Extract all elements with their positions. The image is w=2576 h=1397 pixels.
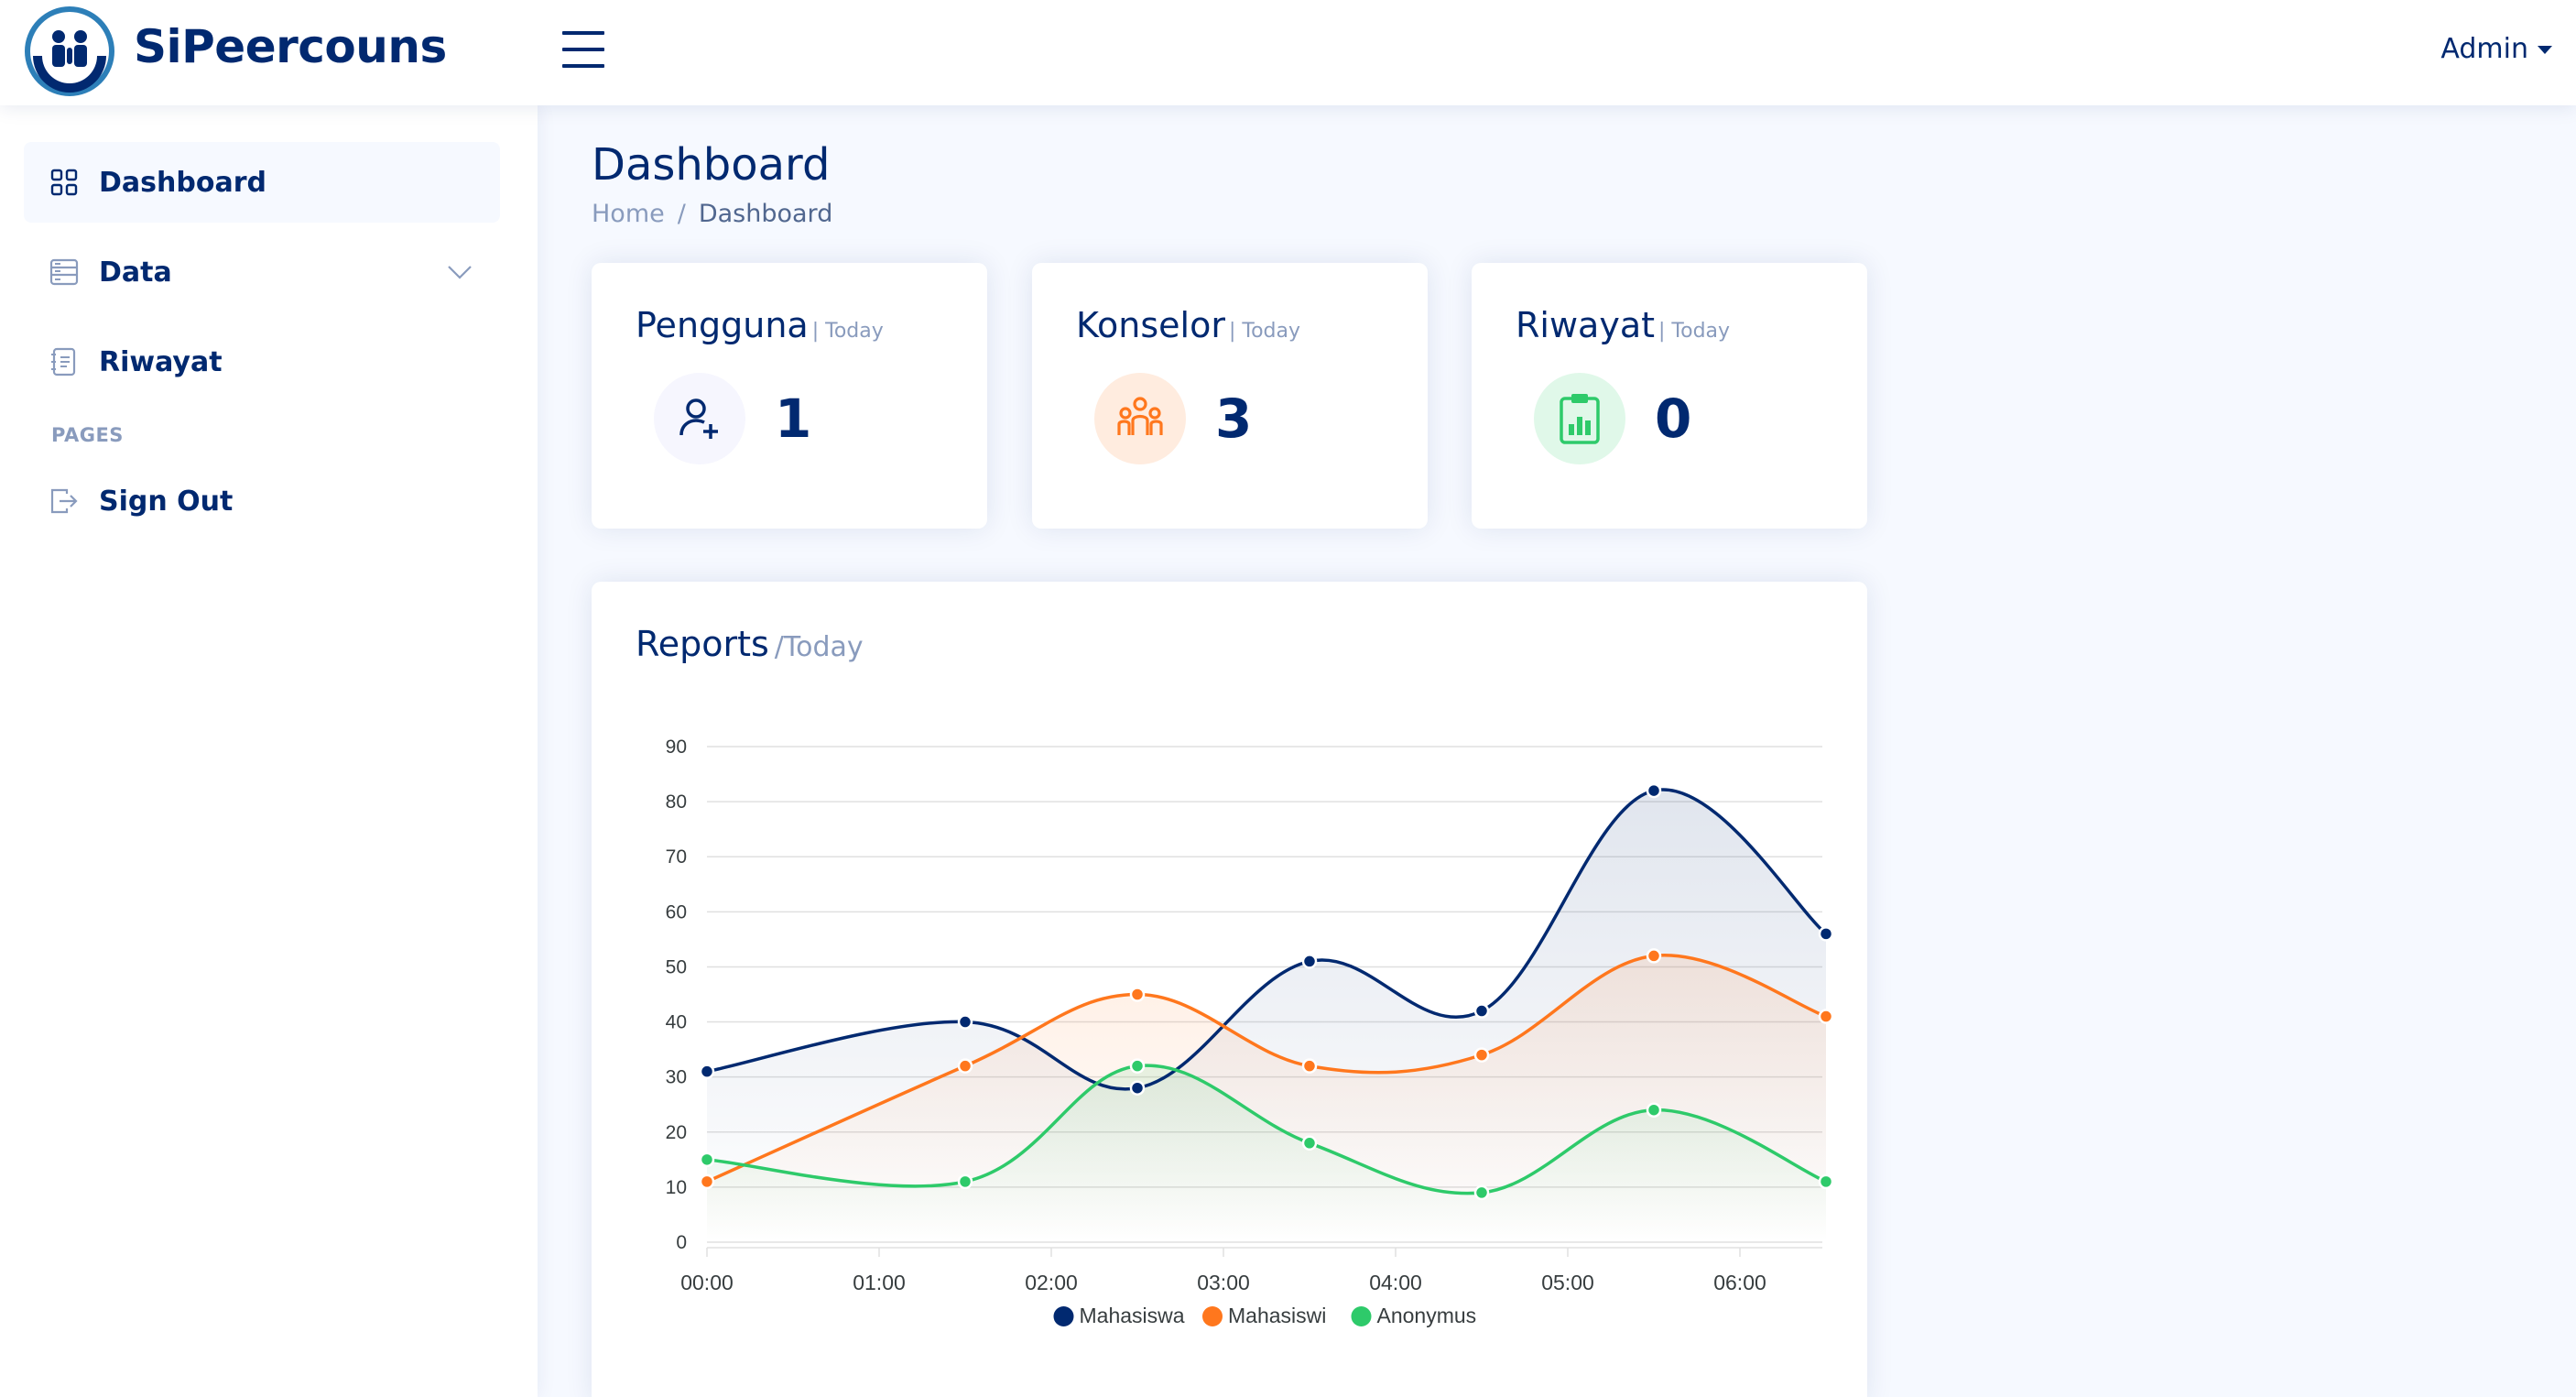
y-tick-label: 70 <box>666 846 687 868</box>
card-title-text: Pengguna <box>636 305 809 345</box>
data-point <box>1818 926 1834 942</box>
legend-marker <box>1202 1306 1223 1326</box>
stat-value: 0 <box>1655 387 1692 450</box>
sidebar-item-dashboard[interactable]: Dashboard <box>24 142 500 223</box>
card-period: | Today <box>1658 320 1731 343</box>
data-point <box>1301 954 1318 969</box>
card-period: | Today <box>1228 320 1300 343</box>
page-title: Dashboard <box>592 139 831 191</box>
stat-icon-wrapper <box>1094 373 1186 464</box>
data-point <box>1129 1058 1146 1074</box>
user-menu-dropdown[interactable]: Admin <box>2440 33 2552 65</box>
data-point <box>699 1151 715 1168</box>
y-tick-label: 80 <box>666 791 687 813</box>
card-title-text: Riwayat <box>1516 305 1655 345</box>
user-menu-label: Admin <box>2440 33 2528 65</box>
card-title: Riwayat | Today <box>1516 305 1730 345</box>
sidebar-item-label: Riwayat <box>99 345 223 378</box>
y-tick-label: 50 <box>666 956 687 977</box>
legend-label: Anonymus <box>1377 1304 1477 1327</box>
x-tick-label: 02:00 <box>1025 1271 1078 1294</box>
sidebar-item-label: Data <box>99 256 172 289</box>
y-tick-label: 0 <box>676 1232 687 1253</box>
data-point <box>1473 1003 1490 1019</box>
y-tick-label: 20 <box>666 1122 687 1143</box>
breadcrumb-current: Dashboard <box>698 200 833 228</box>
x-tick-label: 03:00 <box>1197 1271 1250 1294</box>
y-tick-label: 40 <box>666 1012 687 1033</box>
data-point <box>1818 1009 1834 1024</box>
x-tick-label: 01:00 <box>853 1271 906 1294</box>
data-point <box>1301 1135 1318 1151</box>
sidebar-item-sign-out[interactable]: Sign Out <box>24 461 500 541</box>
card-title: Konselor | Today <box>1076 305 1300 345</box>
people-icon <box>1117 397 1163 435</box>
data-point <box>699 1173 715 1190</box>
data-point <box>1129 1080 1146 1096</box>
data-point <box>1646 1102 1662 1118</box>
data-point <box>1301 1058 1318 1074</box>
x-tick-label: 00:00 <box>680 1271 734 1294</box>
y-tick-label: 60 <box>666 901 687 922</box>
stat-value: 3 <box>1215 387 1253 450</box>
clipboard-data-icon <box>1560 394 1600 444</box>
sidebar: Dashboard Data Riwayat PAGES Sign Out <box>0 105 538 1397</box>
card-period: | Today <box>811 320 884 343</box>
stat-card-pengguna: Pengguna | Today 1 <box>592 263 987 529</box>
x-tick-label: 04:00 <box>1369 1271 1422 1294</box>
y-tick-label: 10 <box>666 1177 687 1198</box>
stat-icon-wrapper <box>1534 373 1625 464</box>
grid-icon <box>50 169 78 196</box>
reports-line-chart: 0 10 20 30 40 50 60 70 80 90 00:00 01:00 02:00 03:00 0… <box>666 737 1834 1327</box>
pages-heading: PAGES <box>51 424 124 446</box>
x-tick-label: 05:00 <box>1541 1271 1594 1294</box>
sidebar-toggle-button[interactable] <box>562 31 604 68</box>
stat-card-riwayat: Riwayat | Today 0 <box>1472 263 1867 529</box>
card-title-text: Konselor <box>1076 305 1225 345</box>
data-point <box>957 1014 973 1030</box>
legend-label: Mahasiswi <box>1228 1304 1326 1327</box>
card-title: Pengguna | Today <box>636 305 884 345</box>
logo-icon <box>25 6 114 96</box>
data-point <box>1646 782 1662 799</box>
journal-text-icon <box>51 347 76 377</box>
data-point <box>957 1058 973 1074</box>
reports-card: Reports/Today 0 10 20 30 40 50 60 70 80 90 00:00 01… <box>592 582 1867 1397</box>
data-point <box>1646 948 1662 964</box>
data-point <box>1129 987 1146 1002</box>
data-point <box>1818 1173 1834 1190</box>
caret-down-icon <box>2538 46 2552 54</box>
layout-text-icon <box>49 258 79 286</box>
app-name[interactable]: SiPeercouns <box>134 20 447 73</box>
y-tick-label: 90 <box>666 737 687 758</box>
sidebar-item-label: Dashboard <box>99 166 266 199</box>
data-point <box>1473 1184 1490 1201</box>
sidebar-item-data[interactable]: Data <box>24 232 500 312</box>
breadcrumb-separator: / <box>677 200 686 228</box>
y-tick-label: 30 <box>666 1067 687 1088</box>
legend-label: Mahasiswa <box>1080 1304 1185 1327</box>
chevron-down-icon[interactable] <box>447 259 473 285</box>
stat-icon-wrapper <box>654 373 745 464</box>
sidebar-item-label: Sign Out <box>99 485 234 518</box>
data-point <box>699 1064 715 1079</box>
data-point <box>957 1173 973 1190</box>
legend-marker <box>1053 1306 1074 1326</box>
person-plus-icon <box>679 398 718 439</box>
legend-marker <box>1351 1306 1372 1326</box>
sidebar-item-riwayat[interactable]: Riwayat <box>24 322 500 402</box>
stat-card-konselor: Konselor | Today 3 <box>1032 263 1428 529</box>
top-header: SiPeercouns Admin <box>0 0 2576 105</box>
box-arrow-right-icon <box>50 488 78 514</box>
data-point <box>1473 1047 1490 1063</box>
breadcrumb: Home / Dashboard <box>592 200 832 228</box>
breadcrumb-home-link[interactable]: Home <box>592 200 665 228</box>
x-tick-label: 06:00 <box>1713 1271 1766 1294</box>
stat-value: 1 <box>775 387 812 450</box>
